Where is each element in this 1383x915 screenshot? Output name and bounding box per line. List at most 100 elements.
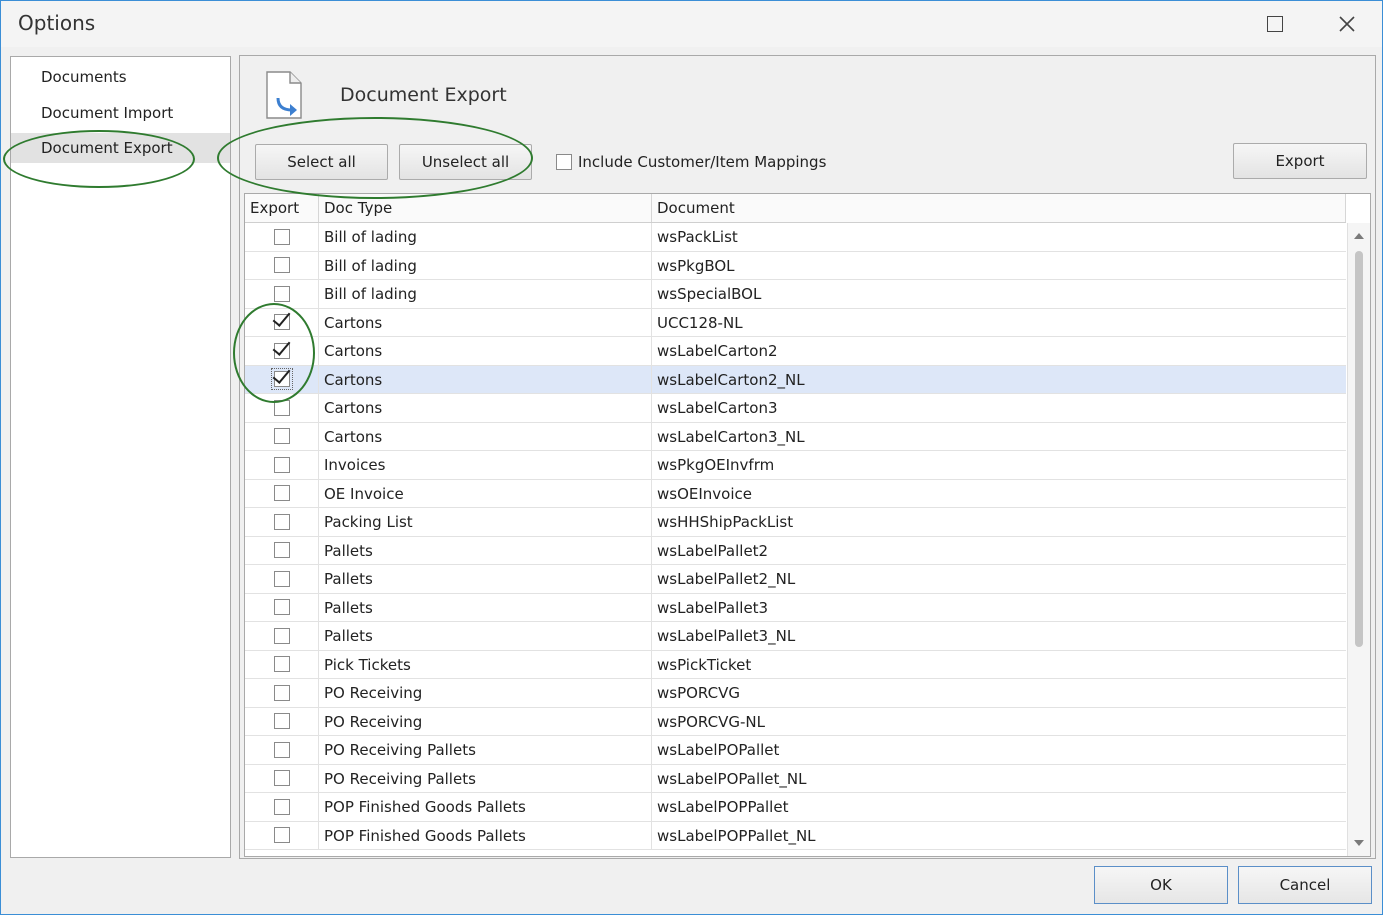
export-checkbox[interactable] <box>273 713 290 730</box>
vertical-scrollbar[interactable] <box>1347 223 1370 856</box>
table-row[interactable]: PO Receiving Pallets wsLabelPOPallet_NL <box>245 764 1346 793</box>
table-row[interactable]: POP Finished Goods Pallets wsLabelPOPPall… <box>245 821 1346 850</box>
export-checkbox[interactable] <box>273 770 290 787</box>
document-cell: wsLabelPallet2 <box>657 541 769 560</box>
document-cell: wsLabelPOPPallet <box>657 798 789 816</box>
cancel-button[interactable]: Cancel <box>1238 866 1372 904</box>
table-row[interactable]: Pallets wsLabelPallet2 <box>245 536 1346 565</box>
nav-item-document-export[interactable]: Document Export <box>11 133 230 163</box>
document-cell: wsLabelPOPallet_NL <box>657 769 807 788</box>
export-checkbox[interactable] <box>273 399 290 416</box>
export-checkbox[interactable] <box>273 570 290 587</box>
export-cell <box>245 223 319 251</box>
export-cell <box>245 650 319 678</box>
table-row[interactable]: Pallets wsLabelPallet2_NL <box>245 565 1346 594</box>
table-row[interactable]: Bill of lading wsSpecialBOL <box>245 280 1346 309</box>
export-cell <box>245 764 319 792</box>
include-mappings-option[interactable]: Include Customer/Item Mappings <box>556 153 826 171</box>
export-checkbox[interactable] <box>273 342 290 359</box>
document-export-icon <box>266 71 302 119</box>
scroll-up-icon[interactable] <box>1354 233 1364 239</box>
table-row[interactable]: Bill of lading wsPkgBOL <box>245 251 1346 280</box>
doc-type-cell: Cartons <box>319 308 652 336</box>
table-row[interactable]: Cartons wsLabelCarton2 <box>245 337 1346 366</box>
table-row[interactable]: PO Receiving Pallets wsLabelPOPallet <box>245 736 1346 765</box>
options-nav: Documents Document Import Document Expor… <box>10 56 231 858</box>
nav-item-document-import[interactable]: Document Import <box>11 98 230 128</box>
export-checkbox[interactable] <box>273 627 290 644</box>
doc-type-cell: Pallets <box>319 565 652 593</box>
export-checkbox[interactable] <box>273 228 290 245</box>
export-checkbox[interactable] <box>273 542 290 559</box>
document-cell: wsPickTicket <box>657 655 752 674</box>
include-mappings-label: Include Customer/Item Mappings <box>578 153 827 171</box>
document-cell: wsPORCVG-NL <box>657 712 765 731</box>
nav-item-documents[interactable]: Documents <box>11 62 230 92</box>
table-row[interactable]: Cartons wsLabelCarton3_NL <box>245 422 1346 451</box>
table-row[interactable]: OE Invoice wsOEInvoice <box>245 479 1346 508</box>
export-checkbox[interactable] <box>273 741 290 758</box>
table-row[interactable]: Pick Tickets wsPickTicket <box>245 650 1346 679</box>
export-cell <box>245 508 319 536</box>
export-cell <box>245 337 319 365</box>
window-title: Options <box>18 11 96 35</box>
export-cell <box>245 536 319 564</box>
table-row[interactable]: Pallets wsLabelPallet3_NL <box>245 622 1346 651</box>
export-cell <box>245 565 319 593</box>
export-cell <box>245 593 319 621</box>
export-checkbox[interactable] <box>270 368 293 391</box>
export-cell <box>245 622 319 650</box>
table-row[interactable]: PO Receiving wsPORCVG-NL <box>245 707 1346 736</box>
document-cell: wsLabelCarton3 <box>657 399 778 417</box>
column-header-document[interactable]: Document <box>652 194 1346 222</box>
export-checkbox[interactable] <box>273 798 290 815</box>
unselect-all-button[interactable]: Unselect all <box>399 144 532 180</box>
export-checkbox[interactable] <box>273 485 290 502</box>
doc-type-cell: POP Finished Goods Pallets <box>319 793 652 821</box>
table-row[interactable]: PO Receiving wsPORCVG <box>245 679 1346 708</box>
document-cell: wsPkgBOL <box>657 256 735 275</box>
export-checkbox[interactable] <box>273 257 290 274</box>
document-cell: wsLabelPallet3_NL <box>657 627 796 645</box>
scroll-down-icon[interactable] <box>1354 840 1364 846</box>
document-cell: wsPORCVG <box>657 684 740 702</box>
export-button[interactable]: Export <box>1233 143 1367 179</box>
export-cell <box>245 251 319 279</box>
table-row[interactable]: Cartons wsLabelCarton3 <box>245 394 1346 423</box>
export-checkbox[interactable] <box>273 428 290 445</box>
export-checkbox[interactable] <box>273 684 290 701</box>
scroll-thumb[interactable] <box>1355 251 1363 647</box>
maximize-button[interactable] <box>1253 9 1297 39</box>
doc-type-cell: Pallets <box>319 622 652 650</box>
include-mappings-checkbox[interactable] <box>556 154 572 170</box>
export-checkbox[interactable] <box>273 314 290 331</box>
table-row[interactable]: Bill of lading wsPackList <box>245 223 1346 252</box>
export-checkbox[interactable] <box>273 513 290 530</box>
table-row[interactable]: Cartons UCC128-NL <box>245 308 1346 337</box>
export-cell <box>245 707 319 735</box>
export-checkbox[interactable] <box>273 656 290 673</box>
column-header-doc-type[interactable]: Doc Type <box>319 194 652 222</box>
select-all-button[interactable]: Select all <box>255 144 388 180</box>
export-checkbox[interactable] <box>273 456 290 473</box>
table-row[interactable]: Packing List wsHHShipPackList <box>245 508 1346 537</box>
table-row[interactable]: Pallets wsLabelPallet3 <box>245 593 1346 622</box>
table-row[interactable]: Cartons wsLabelCarton2_NL <box>245 365 1346 394</box>
table-row[interactable]: Invoices wsPkgOEInvfrm <box>245 451 1346 480</box>
export-cell <box>245 422 319 450</box>
export-checkbox[interactable] <box>273 285 290 302</box>
close-button[interactable] <box>1325 9 1369 39</box>
export-checkbox[interactable] <box>273 827 290 844</box>
doc-type-cell: Pallets <box>319 536 652 564</box>
document-cell: wsLabelPOPallet <box>657 741 780 759</box>
doc-type-cell: POP Finished Goods Pallets <box>319 821 652 849</box>
export-checkbox[interactable] <box>273 599 290 616</box>
ok-button[interactable]: OK <box>1094 866 1228 904</box>
document-cell: wsSpecialBOL <box>657 285 762 303</box>
table-row[interactable]: POP Finished Goods Pallets wsLabelPOPPall… <box>245 793 1346 822</box>
panel-title: Document Export <box>340 84 507 106</box>
export-cell <box>245 679 319 707</box>
title-bar: Options <box>1 1 1382 47</box>
document-grid: Export Doc Type Document Bill of lading w… <box>244 193 1371 857</box>
column-header-export[interactable]: Export <box>245 194 319 222</box>
